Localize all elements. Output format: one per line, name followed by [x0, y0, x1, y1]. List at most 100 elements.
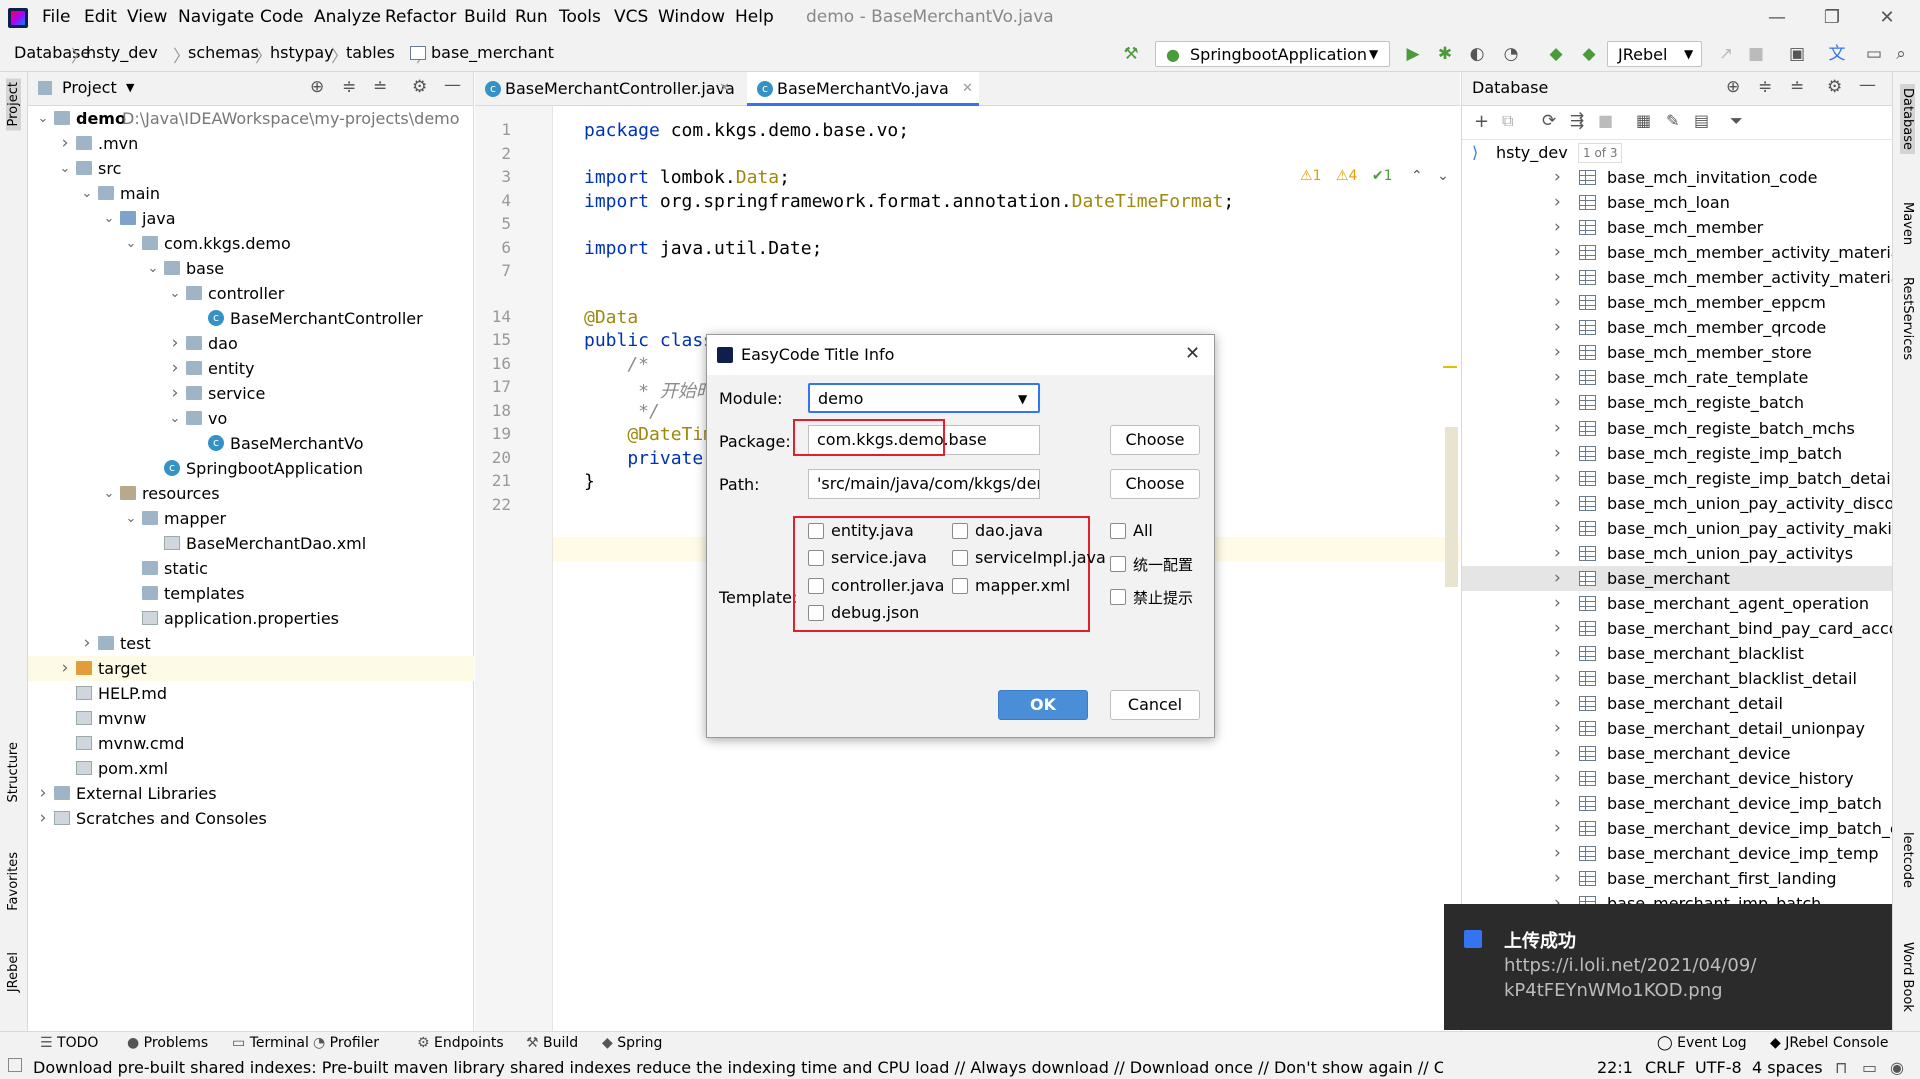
db-table-row[interactable]: › base_merchant_device_imp_batch [1462, 791, 1893, 816]
chevron-right-icon[interactable]: › [1554, 741, 1561, 766]
breadcrumb-item[interactable]: tables [346, 43, 395, 62]
chevron-right-icon[interactable]: › [1554, 566, 1561, 591]
chevron-right-icon[interactable]: › [58, 656, 72, 681]
chevron-right-icon[interactable]: › [1554, 791, 1561, 816]
run-icon[interactable]: ▶ [1402, 44, 1424, 64]
expand-all-icon[interactable]: ≑ [1758, 77, 1772, 97]
bottom-tab-endpoints[interactable]: ⚙ Endpoints [417, 1035, 504, 1051]
db-table-row[interactable]: › base_merchant_device [1462, 741, 1893, 766]
file-encoding[interactable]: UTF-8 [1695, 1058, 1742, 1077]
tree-item[interactable]: mvnw [28, 706, 474, 731]
refresh-icon[interactable]: ⟳ [1542, 111, 1556, 131]
jrebel-console-tab[interactable]: ◆ JRebel Console [1770, 1035, 1888, 1051]
menu-window[interactable]: Window [658, 7, 725, 27]
db-table-row[interactable]: › base_merchant_bind_pay_card_account [1462, 616, 1893, 641]
chevron-right-icon[interactable]: › [1554, 866, 1561, 891]
lock-icon[interactable]: ⊓ [1835, 1058, 1847, 1077]
tree-item[interactable]: mvnw.cmd [28, 731, 474, 756]
notifications-icon[interactable]: ◉ [1890, 1058, 1904, 1077]
schema-icon[interactable]: ⇶ [1570, 111, 1584, 131]
chevron-right-icon[interactable]: › [1554, 416, 1561, 441]
tree-item[interactable]: templates [28, 581, 474, 606]
no-prompt-checkbox[interactable] [1110, 589, 1126, 605]
locate-icon[interactable]: ⊕ [310, 77, 324, 97]
tree-item[interactable]: ⌄ src [28, 156, 474, 181]
jrebel-run-icon[interactable]: ◆ [1545, 44, 1567, 64]
menu-edit[interactable]: Edit [84, 7, 117, 27]
db-table-row[interactable]: › base_mch_member_activity_material_te [1462, 265, 1893, 290]
debug-icon[interactable]: ✱ [1434, 44, 1456, 64]
menu-vcs[interactable]: VCS [614, 7, 648, 27]
menu-navigate[interactable]: Navigate [178, 7, 254, 27]
tree-item[interactable]: application.properties [28, 606, 474, 631]
db-table-row[interactable]: › base_mch_member_activity_material [1462, 240, 1893, 265]
chevron-right-icon[interactable]: › [1554, 716, 1561, 741]
choose-path-button[interactable]: Choose [1110, 469, 1200, 499]
favorites-tool-tab[interactable]: Favorites [6, 852, 21, 911]
chevron-right-icon[interactable]: › [1554, 265, 1561, 290]
chevron-right-icon[interactable]: › [1554, 390, 1561, 415]
db-table-row[interactable]: › base_merchant_device_imp_batch_erro [1462, 816, 1893, 841]
tree-item[interactable]: ⌄ mapper [28, 506, 474, 531]
tree-item[interactable]: ⌄ com.kkgs.demo [28, 231, 474, 256]
status-icon[interactable] [8, 1058, 22, 1072]
chevron-right-icon[interactable]: › [1554, 466, 1561, 491]
memory-icon[interactable]: ▭ [1862, 1058, 1877, 1077]
db-table-row[interactable]: › base_merchant_agent_operation [1462, 591, 1893, 616]
template-checkbox[interactable] [808, 605, 824, 621]
tree-item[interactable]: pom.xml [28, 756, 474, 781]
chevron-right-icon[interactable]: › [1554, 290, 1561, 315]
table-view-icon[interactable]: ▦ [1636, 111, 1651, 130]
tab-basemerchantcontroller[interactable]: c BaseMerchantController.java ✕ [475, 72, 735, 106]
line-separator[interactable]: CRLF [1645, 1058, 1685, 1077]
filter-icon[interactable]: ⏷ [1730, 111, 1743, 131]
collapse-all-icon[interactable]: ≐ [373, 77, 387, 97]
update-icon[interactable]: ↗ [1715, 44, 1737, 64]
cancel-button[interactable]: Cancel [1110, 690, 1200, 720]
project-structure-icon[interactable]: ▣ [1786, 44, 1808, 64]
chevron-right-icon[interactable]: › [36, 781, 50, 806]
status-message[interactable]: Download pre-built shared indexes: Pre-b… [33, 1058, 1443, 1077]
template-checkbox[interactable] [808, 578, 824, 594]
project-panel-title[interactable]: Project [62, 78, 117, 97]
collapse-all-icon[interactable]: ≐ [1790, 77, 1804, 97]
run-configuration-select[interactable]: ● SpringbootApplication ▼ [1155, 41, 1390, 67]
db-table-row[interactable]: › base_merchant [1462, 565, 1893, 591]
menu-code[interactable]: Code [260, 7, 304, 27]
caret-position[interactable]: 22:1 [1597, 1058, 1633, 1077]
menu-view[interactable]: View [127, 7, 167, 27]
all-checkbox[interactable] [1110, 523, 1126, 539]
db-table-row[interactable]: › base_mch_member_store [1462, 340, 1893, 365]
db-root-row[interactable]: ⟩ hsty_dev 1 of 3 [1462, 140, 1893, 165]
tree-item[interactable]: › entity [28, 356, 474, 381]
presentation-icon[interactable]: ▭ [1863, 44, 1885, 64]
db-table-row[interactable]: › base_merchant_first_landing [1462, 866, 1893, 891]
breadcrumb-item[interactable]: schemas [188, 43, 259, 62]
db-table-row[interactable]: › base_merchant_device_imp_temp [1462, 841, 1893, 866]
chevron-down-icon[interactable]: ⌄ [102, 481, 116, 506]
menu-file[interactable]: File [42, 7, 70, 27]
db-table-row[interactable]: › base_merchant_device_history [1462, 766, 1893, 791]
chevron-down-icon[interactable]: ⌄ [58, 156, 72, 181]
chevron-right-icon[interactable]: › [1554, 340, 1561, 365]
choose-package-button[interactable]: Choose [1110, 425, 1200, 455]
chevron-right-icon[interactable]: › [168, 356, 182, 381]
db-table-row[interactable]: › base_mch_registe_batch_mchs [1462, 416, 1893, 441]
tree-item[interactable]: › test [28, 631, 474, 656]
jrebel-select[interactable]: JRebel ▼ [1607, 41, 1702, 67]
close-icon[interactable]: ✕ [1185, 343, 1200, 364]
menu-build[interactable]: Build [464, 7, 507, 27]
db-table-row[interactable]: › base_mch_union_pay_activity_makings [1462, 516, 1893, 541]
db-table-row[interactable]: › base_merchant_blacklist [1462, 641, 1893, 666]
coverage-icon[interactable]: ◐ [1466, 44, 1488, 64]
template-checkbox[interactable] [952, 578, 968, 594]
add-icon[interactable]: + [1474, 111, 1489, 132]
structure-tool-tab[interactable]: Structure [6, 742, 21, 802]
module-select[interactable]: demo ▼ [808, 383, 1040, 413]
chevron-down-icon[interactable]: ⌄ [36, 106, 50, 131]
chevron-right-icon[interactable]: › [1554, 215, 1561, 240]
chevron-right-icon[interactable]: › [80, 631, 94, 656]
profile-icon[interactable]: ◔ [1500, 44, 1522, 64]
chevron-right-icon[interactable]: › [1554, 190, 1561, 215]
menu-tools[interactable]: Tools [559, 7, 601, 27]
